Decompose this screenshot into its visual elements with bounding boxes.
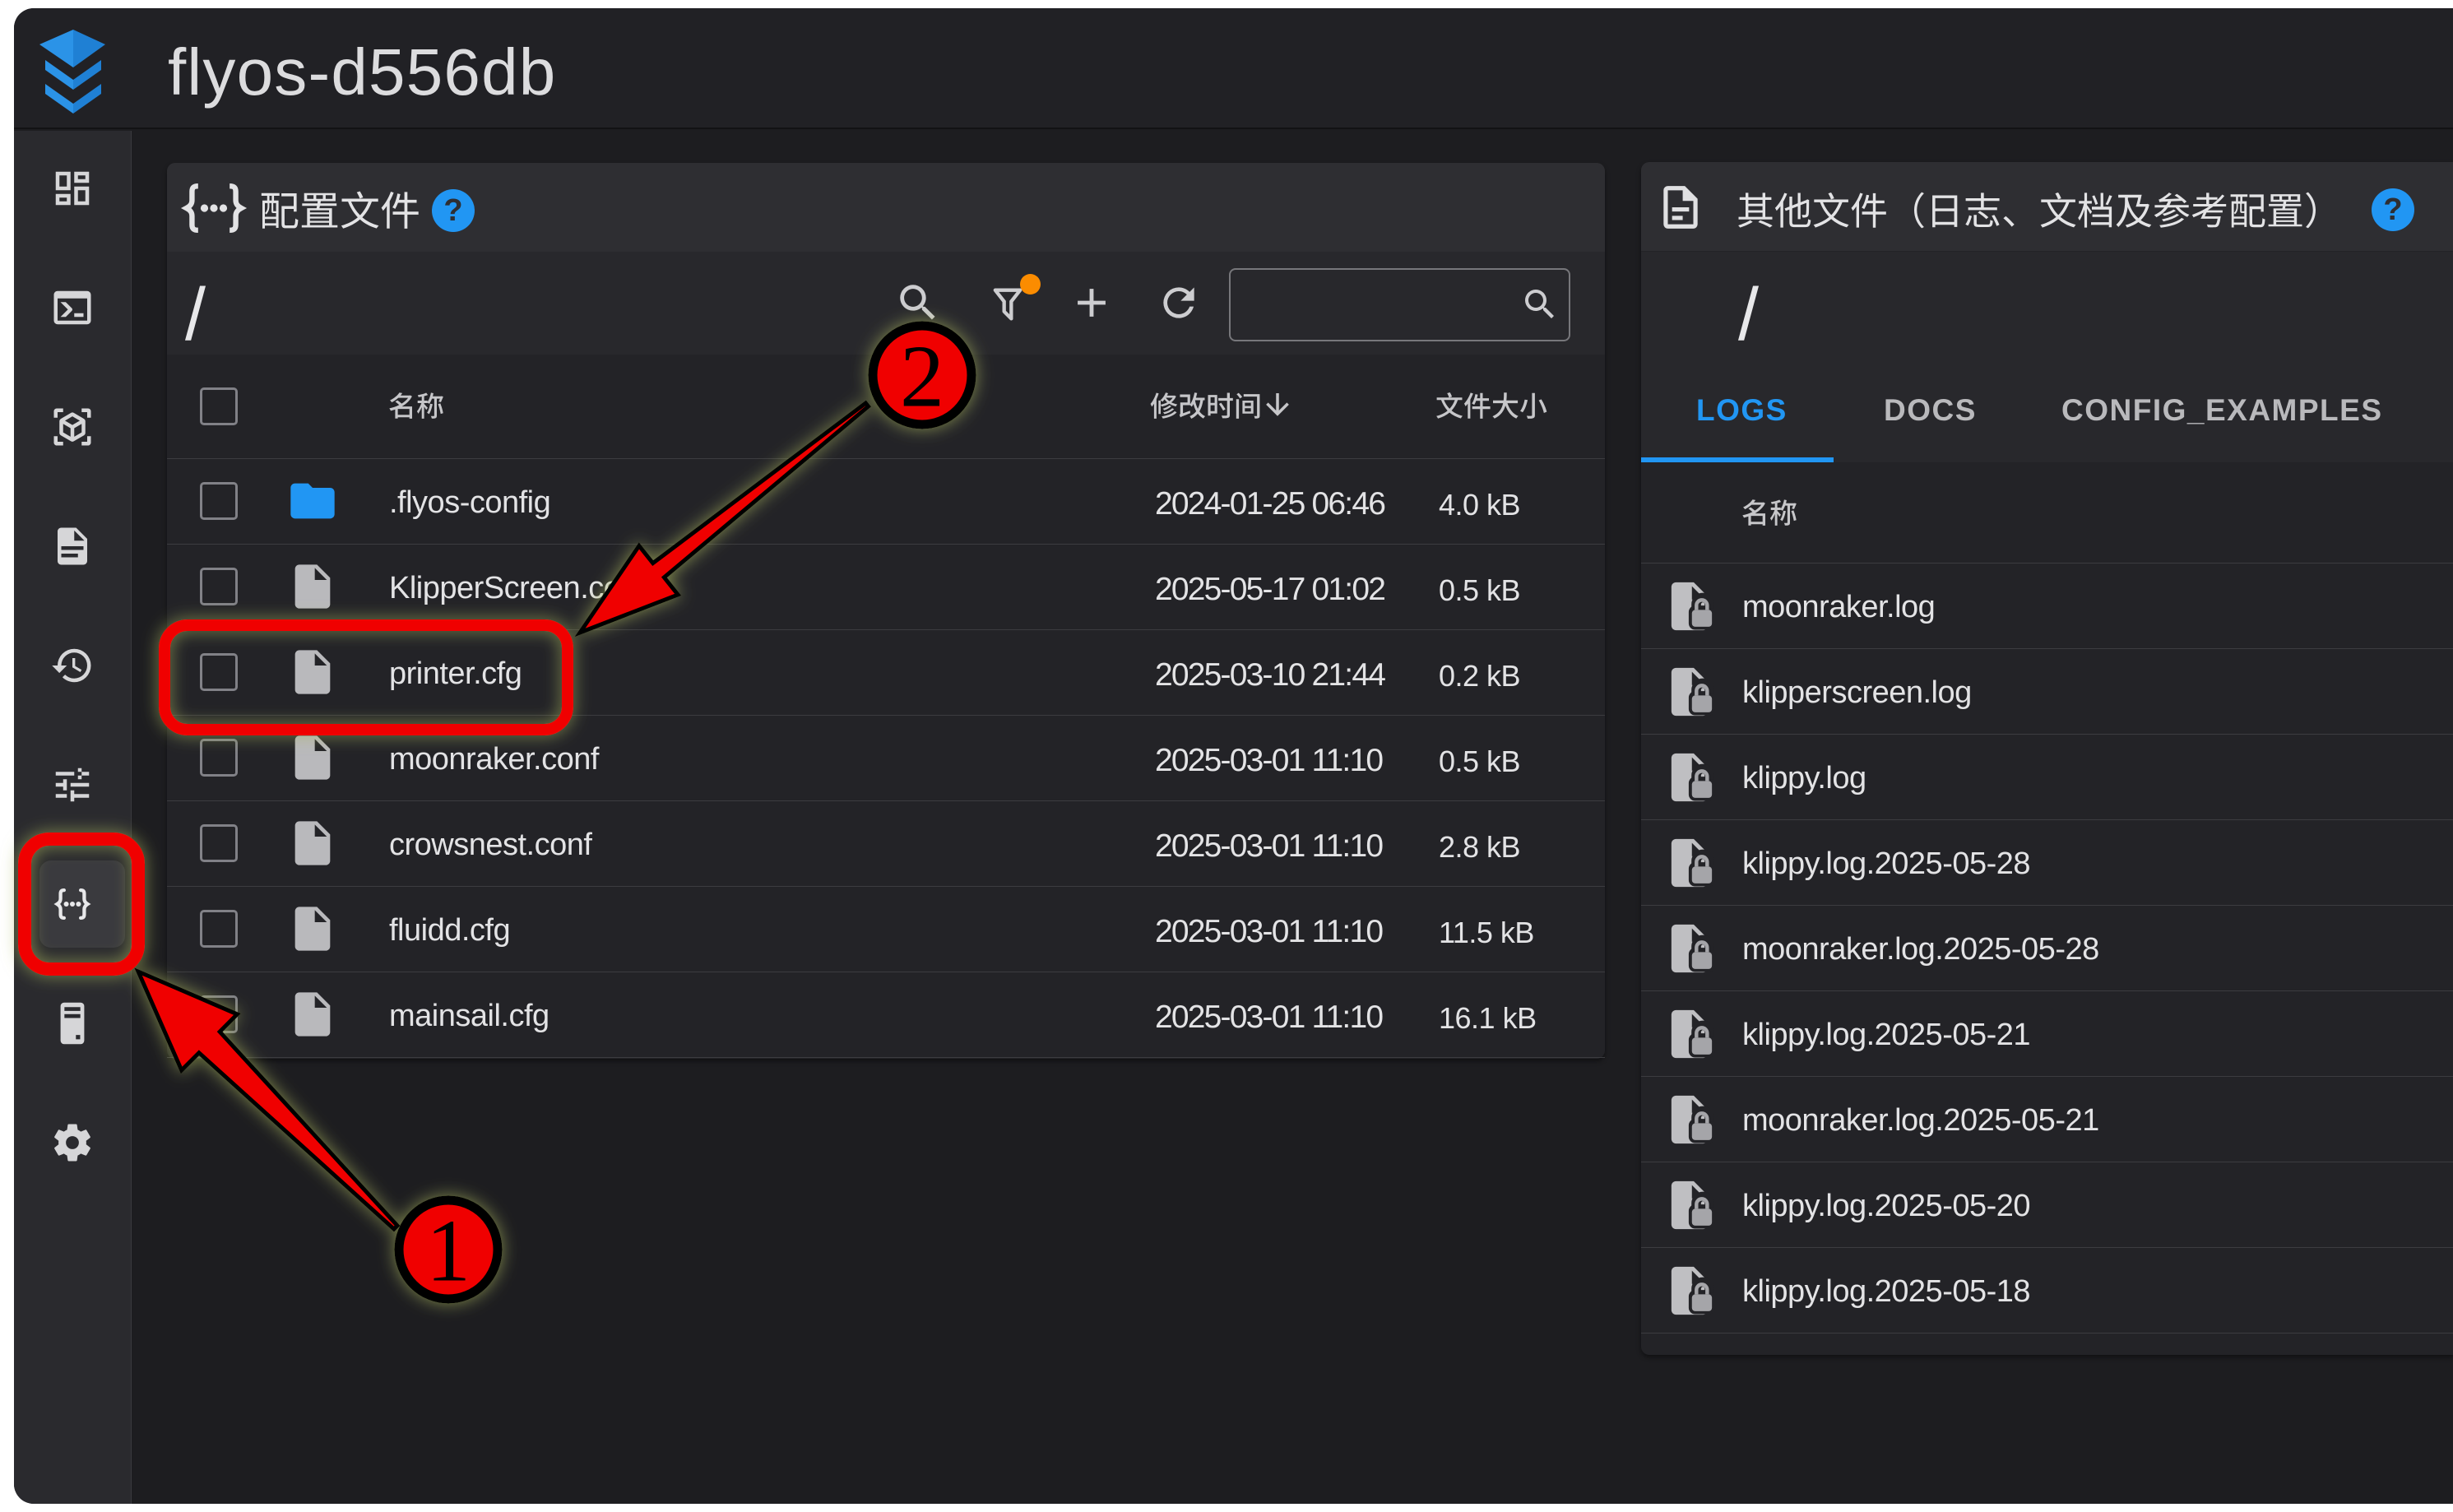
svg-text:1: 1 <box>426 1203 471 1301</box>
svg-text:2: 2 <box>900 328 944 426</box>
